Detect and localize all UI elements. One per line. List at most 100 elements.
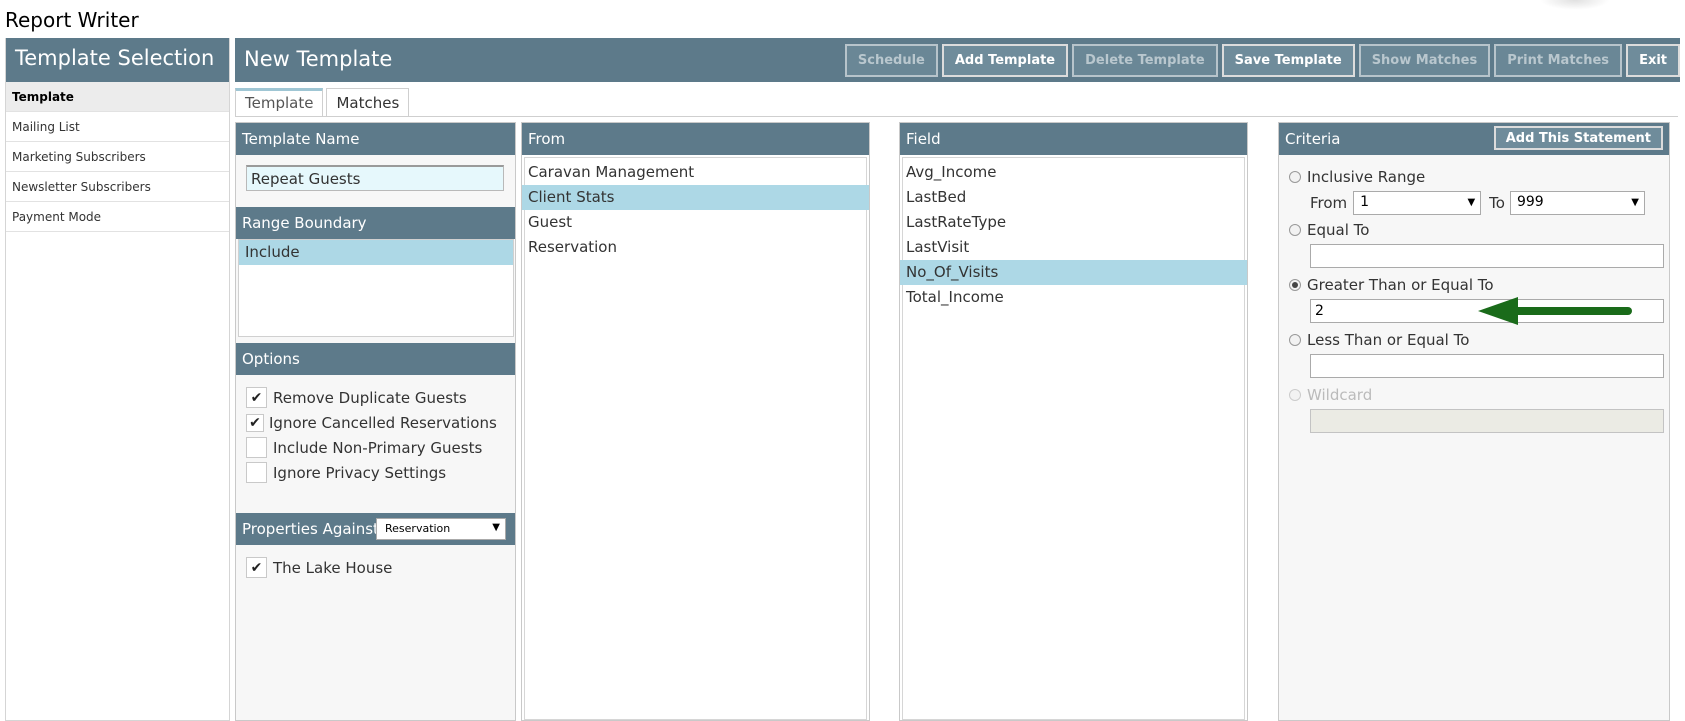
from-panel: From Caravan Management Client Stats Gue… xyxy=(521,122,870,721)
property-label: The Lake House xyxy=(273,558,393,577)
include-non-primary-guests-checkbox[interactable] xyxy=(246,437,267,458)
field-item-lastbed[interactable]: LastBed xyxy=(900,185,1247,210)
options-list: ✔ Remove Duplicate Guests ✔ Ignore Cance… xyxy=(246,385,497,485)
from-list: Caravan Management Client Stats Guest Re… xyxy=(522,155,869,260)
dropdown-arrow-icon: ▼ xyxy=(1631,197,1639,208)
range-row: From 1 ▼ To 999 ▼ xyxy=(1289,188,1664,218)
to-label: To xyxy=(1489,194,1505,212)
field-item-lastratetype[interactable]: LastRateType xyxy=(900,210,1247,235)
criteria-less-than: Less Than or Equal To xyxy=(1289,328,1664,351)
dropdown-arrow-icon: ▼ xyxy=(492,522,500,533)
wildcard-radio xyxy=(1289,388,1301,401)
option-remove-duplicate-guests: ✔ Remove Duplicate Guests xyxy=(246,385,497,410)
option-label: Ignore Privacy Settings xyxy=(273,463,447,482)
from-heading: From xyxy=(522,123,869,155)
the-lake-house-checkbox[interactable]: ✔ xyxy=(246,557,267,578)
option-label: Remove Duplicate Guests xyxy=(273,388,467,407)
range-to-value: 999 xyxy=(1516,194,1544,210)
field-item-lastvisit[interactable]: LastVisit xyxy=(900,235,1247,260)
range-from-select[interactable]: 1 ▼ xyxy=(1353,191,1482,215)
sidebar-item-mailing-list[interactable]: Mailing List xyxy=(6,112,229,142)
sidebar-item-marketing-subscribers[interactable]: Marketing Subscribers xyxy=(6,142,229,172)
exit-button[interactable]: Exit xyxy=(1626,44,1680,77)
option-label: Include Non-Primary Guests xyxy=(273,438,483,457)
main-area: New Template Schedule Add Template Delet… xyxy=(235,38,1680,721)
inclusive-range-label: Inclusive Range xyxy=(1307,167,1426,186)
properties-against-value: Reservation xyxy=(385,522,451,535)
from-item-guest[interactable]: Guest xyxy=(522,210,869,235)
less-than-input[interactable] xyxy=(1310,354,1664,378)
criteria-panel: Criteria Add This Statement Inclusive Ra… xyxy=(1278,122,1670,721)
remove-duplicate-guests-checkbox[interactable]: ✔ xyxy=(246,387,267,408)
sidebar-title: Template Selection xyxy=(6,38,229,82)
options-heading: Options xyxy=(236,343,515,375)
less-than-radio[interactable] xyxy=(1289,333,1301,346)
delete-template-button[interactable]: Delete Template xyxy=(1072,44,1218,77)
criteria-inclusive-range: Inclusive Range xyxy=(1289,165,1664,188)
app-title: Report Writer xyxy=(5,8,139,32)
schedule-button[interactable]: Schedule xyxy=(844,44,938,77)
add-this-statement-button[interactable]: Add This Statement xyxy=(1493,126,1663,150)
criteria-equal-to: Equal To xyxy=(1289,218,1664,241)
sidebar-item-newsletter-subscribers[interactable]: Newsletter Subscribers xyxy=(6,172,229,202)
print-matches-button[interactable]: Print Matches xyxy=(1494,44,1623,77)
wildcard-label: Wildcard xyxy=(1307,385,1373,404)
range-boundary-heading: Range Boundary xyxy=(236,207,515,239)
inclusive-range-radio[interactable] xyxy=(1289,170,1301,183)
wildcard-input xyxy=(1310,409,1664,433)
template-settings-panel: Template Name Repeat Guests Range Bounda… xyxy=(235,122,516,721)
property-the-lake-house: ✔ The Lake House xyxy=(246,555,392,580)
dropdown-arrow-icon: ▼ xyxy=(1467,197,1476,208)
from-item-client-stats[interactable]: Client Stats xyxy=(522,185,869,210)
range-to-select[interactable]: 999 ▼ xyxy=(1509,191,1645,215)
field-item-avg-income[interactable]: Avg_Income xyxy=(900,160,1247,185)
equal-to-label: Equal To xyxy=(1307,220,1370,239)
from-item-reservation[interactable]: Reservation xyxy=(522,235,869,260)
criteria-wildcard: Wildcard xyxy=(1289,383,1664,406)
from-item-caravan-management[interactable]: Caravan Management xyxy=(522,160,869,185)
properties-against-label: Properties Against xyxy=(242,520,379,538)
criteria-greater-than: Greater Than or Equal To xyxy=(1289,273,1664,296)
decorative-shadow xyxy=(1540,0,1610,10)
tab-bar: Template Matches xyxy=(235,88,410,116)
ignore-privacy-settings-checkbox[interactable] xyxy=(246,462,267,483)
range-from-value: 1 xyxy=(1360,194,1370,210)
properties-against-select[interactable]: Reservation ▼ xyxy=(376,518,506,540)
field-panel: Field Avg_Income LastBed LastRateType La… xyxy=(899,122,1248,721)
add-template-button[interactable]: Add Template xyxy=(941,44,1069,77)
option-label: Ignore Cancelled Reservations xyxy=(269,413,497,432)
criteria-heading: Criteria Add This Statement xyxy=(1279,123,1669,155)
less-than-label: Less Than or Equal To xyxy=(1307,330,1470,349)
from-label: From xyxy=(1310,194,1348,212)
greater-than-label: Greater Than or Equal To xyxy=(1307,275,1494,294)
field-item-total-income[interactable]: Total_Income xyxy=(900,285,1247,310)
ignore-cancelled-reservations-checkbox[interactable]: ✔ xyxy=(246,413,264,432)
sidebar-item-template[interactable]: Template xyxy=(6,82,229,112)
option-ignore-cancelled-reservations: ✔ Ignore Cancelled Reservations xyxy=(246,410,497,435)
template-name-heading: Template Name xyxy=(236,123,515,155)
field-heading: Field xyxy=(900,123,1247,155)
tab-divider xyxy=(235,116,1678,117)
properties-list: ✔ The Lake House xyxy=(246,555,392,580)
sidebar: Template Selection Template Mailing List… xyxy=(5,38,230,721)
page-title: New Template xyxy=(244,47,393,71)
sidebar-item-payment-mode[interactable]: Payment Mode xyxy=(6,202,229,232)
template-name-input[interactable]: Repeat Guests xyxy=(246,165,504,191)
toolbar: Schedule Add Template Delete Template Sa… xyxy=(844,44,1680,77)
equal-to-input[interactable] xyxy=(1310,244,1664,268)
range-boundary-list: Include xyxy=(238,239,514,337)
field-item-no-of-visits[interactable]: No_Of_Visits xyxy=(900,260,1247,285)
tab-template[interactable]: Template xyxy=(235,88,324,116)
field-list: Avg_Income LastBed LastRateType LastVisi… xyxy=(900,155,1247,310)
properties-against-heading: Properties Against Reservation ▼ xyxy=(236,513,515,545)
tab-matches[interactable]: Matches xyxy=(326,88,410,116)
main-header: New Template Schedule Add Template Delet… xyxy=(235,38,1680,82)
option-ignore-privacy-settings: Ignore Privacy Settings xyxy=(246,460,497,485)
annotation-arrow-icon xyxy=(1478,297,1632,325)
range-boundary-item-include[interactable]: Include xyxy=(239,240,513,265)
save-template-button[interactable]: Save Template xyxy=(1221,44,1355,77)
equal-to-radio[interactable] xyxy=(1289,223,1301,236)
greater-than-radio[interactable] xyxy=(1289,278,1301,291)
show-matches-button[interactable]: Show Matches xyxy=(1358,44,1491,77)
criteria-label: Criteria xyxy=(1285,130,1341,148)
